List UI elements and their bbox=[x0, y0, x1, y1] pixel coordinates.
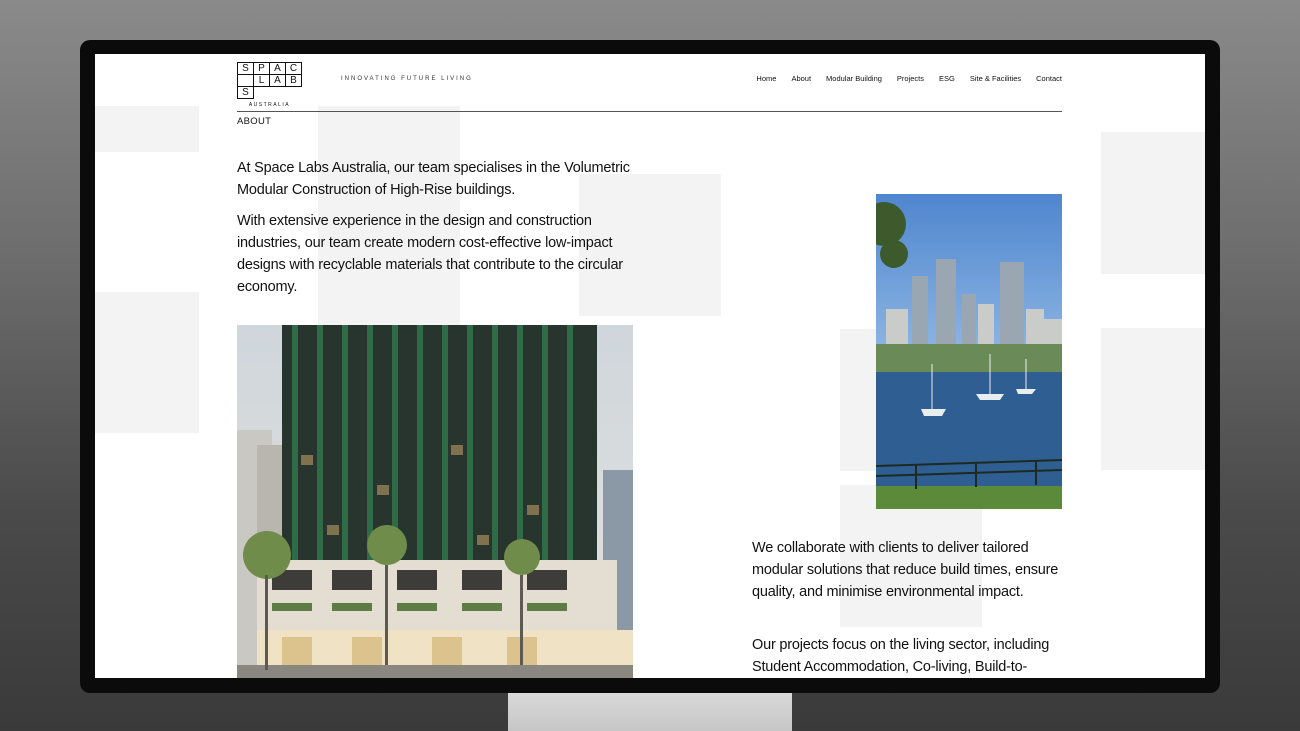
logo[interactable]: S P A C L A B S AUSTRALIA bbox=[237, 62, 305, 108]
monitor-stand bbox=[508, 693, 792, 731]
logo-subtitle: AUSTRALIA bbox=[248, 102, 291, 108]
decor-tile bbox=[95, 292, 199, 433]
city-harbour-image bbox=[876, 194, 1062, 509]
nav-about[interactable]: About bbox=[791, 74, 811, 83]
decor-tile bbox=[1101, 132, 1205, 274]
nav-contact[interactable]: Contact bbox=[1036, 74, 1062, 83]
nav-esg[interactable]: ESG bbox=[939, 74, 955, 83]
tagline: INNOVATING FUTURE LIVING bbox=[341, 76, 473, 82]
intro-paragraph: At Space Labs Australia, our team specia… bbox=[237, 160, 630, 198]
nav-site-facilities[interactable]: Site & Facilities bbox=[970, 74, 1021, 83]
experience-paragraph: With extensive experience in the design … bbox=[237, 213, 623, 295]
collaborate-paragraph: We collaborate with clients to deliver t… bbox=[752, 540, 1059, 600]
main-nav: Home About Modular Building Projects ESG… bbox=[756, 74, 1062, 83]
building-image bbox=[237, 325, 633, 678]
header-divider bbox=[237, 111, 1062, 112]
logo-mark: S P A C L A B S bbox=[237, 62, 302, 99]
website-screen: S P A C L A B S AUSTRALIA INNOVATING FUT… bbox=[95, 54, 1205, 678]
decor-tile bbox=[95, 106, 199, 152]
section-label: ABOUT bbox=[237, 116, 272, 127]
nav-projects[interactable]: Projects bbox=[897, 74, 924, 83]
projects-focus-paragraph: Our projects focus on the living sector,… bbox=[752, 637, 1050, 675]
nav-home[interactable]: Home bbox=[756, 74, 776, 83]
decor-tile bbox=[1101, 328, 1205, 470]
nav-modular-building[interactable]: Modular Building bbox=[826, 74, 882, 83]
